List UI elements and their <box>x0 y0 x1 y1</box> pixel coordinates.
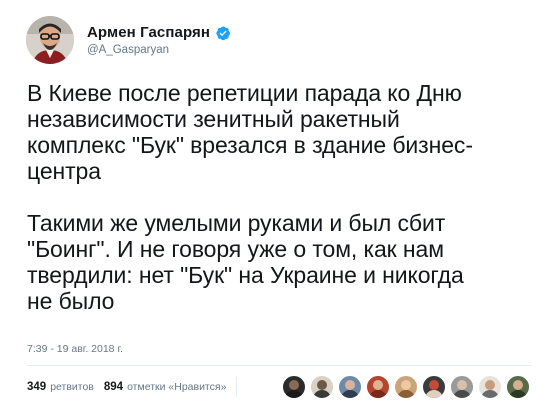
verified-badge-icon <box>215 25 231 41</box>
stats-separator <box>236 377 238 397</box>
tweet-body-text: В Киеве после репетиции парада ко Дню не… <box>27 80 473 314</box>
liker-avatar-torso <box>397 390 415 398</box>
liker-avatar-torso <box>509 390 527 398</box>
liker-avatar-head <box>429 380 439 390</box>
liker-avatar-torso <box>313 390 331 398</box>
liker-avatar-icon[interactable] <box>282 375 306 399</box>
user-avatar-icon[interactable] <box>26 16 74 64</box>
liker-avatar-head <box>345 380 355 390</box>
liker-avatar-head <box>317 380 327 390</box>
liker-avatars <box>282 374 534 400</box>
likes-stat[interactable]: 894 отметки «Нравится» <box>104 381 227 393</box>
liker-avatar-torso <box>341 390 359 398</box>
liker-avatar-torso <box>453 390 471 398</box>
tweet-stats: 349 ретвитов 894 отметки «Нравится» <box>27 372 238 402</box>
liker-avatar-head <box>485 380 495 390</box>
tweet-card: Армен Гаспарян @A_Gasparyan В Киеве посл… <box>0 0 560 415</box>
liker-avatar-head <box>401 380 411 390</box>
retweets-stat[interactable]: 349 ретвитов <box>27 381 94 393</box>
liker-avatar-icon[interactable] <box>450 375 474 399</box>
tweet-header: Армен Гаспарян @A_Gasparyan <box>26 14 231 66</box>
liker-avatar-torso <box>481 390 499 398</box>
author-handle[interactable]: @A_Gasparyan <box>87 44 231 56</box>
liker-avatar-icon[interactable] <box>310 375 334 399</box>
liker-avatar-icon[interactable] <box>394 375 418 399</box>
liker-avatar-torso <box>369 390 387 398</box>
liker-avatar-torso <box>285 390 303 398</box>
likes-count: 894 <box>103 381 124 393</box>
author-display-name[interactable]: Армен Гаспарян <box>87 24 210 41</box>
liker-avatar-head <box>373 380 383 390</box>
author-identity: Армен Гаспарян @A_Gasparyan <box>87 24 231 56</box>
author-name-row: Армен Гаспарян <box>87 24 231 41</box>
retweets-label: ретвитов <box>50 381 94 393</box>
liker-avatar-icon[interactable] <box>506 375 530 399</box>
liker-avatar-torso <box>425 390 443 398</box>
tweet-timestamp[interactable]: 7:39 - 19 авг. 2018 г. <box>27 343 123 355</box>
liker-avatar-head <box>457 380 467 390</box>
liker-avatar-icon[interactable] <box>478 375 502 399</box>
liker-avatar-icon[interactable] <box>338 375 362 399</box>
retweets-count: 349 <box>27 381 47 393</box>
likes-label: отметки «Нравится» <box>127 381 227 393</box>
liker-avatar-icon[interactable] <box>366 375 390 399</box>
liker-avatar-icon[interactable] <box>422 375 446 399</box>
liker-avatar-head <box>289 380 299 390</box>
liker-avatar-head <box>513 380 523 390</box>
stats-divider <box>27 365 532 366</box>
